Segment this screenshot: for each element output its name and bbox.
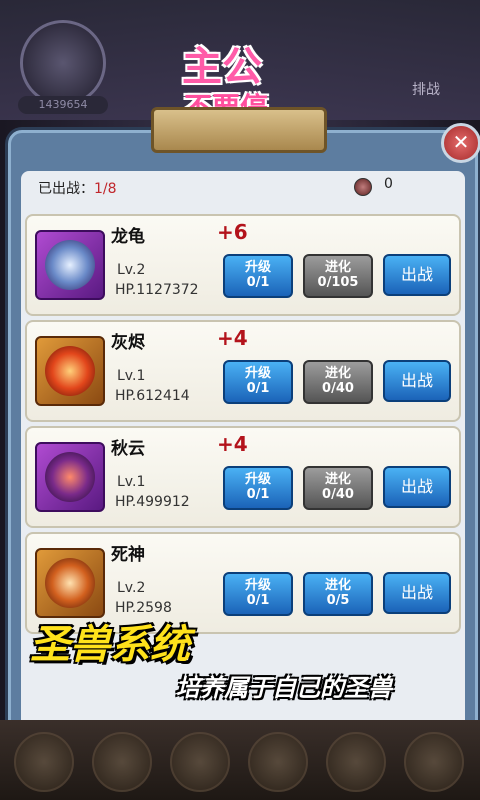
coin-icon — [354, 178, 372, 196]
deploy-button[interactable]: 出战 — [383, 254, 451, 296]
upgrade-button[interactable]: 升级 0/1 — [223, 360, 293, 404]
beast-bonus: +4 — [217, 432, 248, 456]
death-beast-icon — [45, 558, 95, 608]
nav-shop-icon[interactable] — [326, 732, 386, 792]
beast-level: Lv.1 — [117, 474, 146, 490]
upgrade-label: 升级 — [244, 578, 271, 593]
beast-portrait[interactable] — [35, 442, 105, 512]
beast-card: 灰烬 +4 Lv.1 HP.612414 升级 0/1 进化 0/40 出战 — [25, 320, 461, 422]
bottom-nav — [0, 720, 480, 800]
deployed-count: 已出战：1/8 — [38, 178, 117, 198]
evolve-label: 进化 — [324, 472, 351, 487]
nav-settings-icon[interactable] — [404, 732, 464, 792]
beast-portrait[interactable] — [35, 230, 105, 300]
evolve-label: 进化 — [324, 260, 351, 275]
nav-hero-icon[interactable] — [92, 732, 152, 792]
beast-level: Lv.2 — [117, 262, 146, 278]
beast-hp: HP.499912 — [115, 494, 190, 510]
evolve-count: 0/40 — [322, 381, 354, 396]
beast-portrait[interactable] — [35, 336, 105, 406]
beast-name: 秋云 — [111, 439, 145, 459]
beast-level: Lv.1 — [117, 368, 146, 384]
upgrade-count: 0/1 — [246, 487, 270, 502]
evolve-label: 进化 — [324, 366, 351, 381]
evolve-button[interactable]: 进化 0/40 — [303, 360, 373, 404]
panel-title-tab — [151, 107, 327, 153]
upgrade-count: 0/1 — [246, 381, 270, 396]
deploy-button[interactable]: 出战 — [383, 572, 451, 614]
evolve-count: 0/40 — [322, 487, 354, 502]
evolve-label: 进化 — [324, 578, 351, 593]
promo-subtitle: 培养属于自己的圣兽 — [176, 674, 392, 702]
beast-card: 龙龟 +6 Lv.2 HP.1127372 升级 0/1 进化 0/105 出战 — [25, 214, 461, 316]
shadow-beast-icon — [45, 452, 95, 502]
deployed-label: 已出战： — [38, 181, 94, 197]
beast-card: 秋云 +4 Lv.1 HP.499912 升级 0/1 进化 0/40 出战 — [25, 426, 461, 528]
nav-home-icon[interactable] — [14, 732, 74, 792]
evolve-button[interactable]: 进化 0/105 — [303, 254, 373, 298]
upgrade-label: 升级 — [244, 472, 271, 487]
beast-name: 灰烬 — [111, 333, 145, 353]
close-icon[interactable]: ✕ — [441, 123, 480, 163]
promo-title: 圣兽系统 — [30, 622, 190, 668]
upgrade-button[interactable]: 升级 0/1 — [223, 466, 293, 510]
evolve-button[interactable]: 进化 0/5 — [303, 572, 373, 616]
beast-hp: HP.612414 — [115, 388, 190, 404]
evolve-count: 0/105 — [317, 275, 359, 290]
deploy-info-bar: 已出战：1/8 0 — [12, 170, 468, 202]
beast-bonus: +4 — [217, 326, 248, 350]
beast-name: 龙龟 — [111, 227, 145, 247]
upgrade-label: 升级 — [244, 260, 271, 275]
nav-bag-icon[interactable] — [248, 732, 308, 792]
fire-beast-icon — [45, 346, 95, 396]
evolve-count: 0/5 — [326, 593, 350, 608]
beast-portrait[interactable] — [35, 548, 105, 618]
upgrade-button[interactable]: 升级 0/1 — [223, 254, 293, 298]
beast-level: Lv.2 — [117, 580, 146, 596]
player-avatar[interactable] — [20, 20, 106, 106]
deployed-value: 1/8 — [94, 181, 117, 197]
challenge-button[interactable]: 排战 — [396, 70, 456, 110]
upgrade-count: 0/1 — [246, 275, 270, 290]
nav-beast-icon[interactable] — [170, 732, 230, 792]
logo-line-1: 主公 — [182, 44, 262, 90]
upgrade-button[interactable]: 升级 0/1 — [223, 572, 293, 616]
coin-value: 0 — [384, 176, 393, 192]
beast-bonus: +6 — [217, 220, 248, 244]
evolve-button[interactable]: 进化 0/40 — [303, 466, 373, 510]
dragon-turtle-icon — [45, 240, 95, 290]
player-score: 1439654 — [18, 96, 108, 114]
upgrade-count: 0/1 — [246, 593, 270, 608]
beast-hp: HP.1127372 — [115, 282, 199, 298]
upgrade-label: 升级 — [244, 366, 271, 381]
beast-name: 死神 — [111, 545, 145, 565]
deploy-button[interactable]: 出战 — [383, 360, 451, 402]
deploy-button[interactable]: 出战 — [383, 466, 451, 508]
